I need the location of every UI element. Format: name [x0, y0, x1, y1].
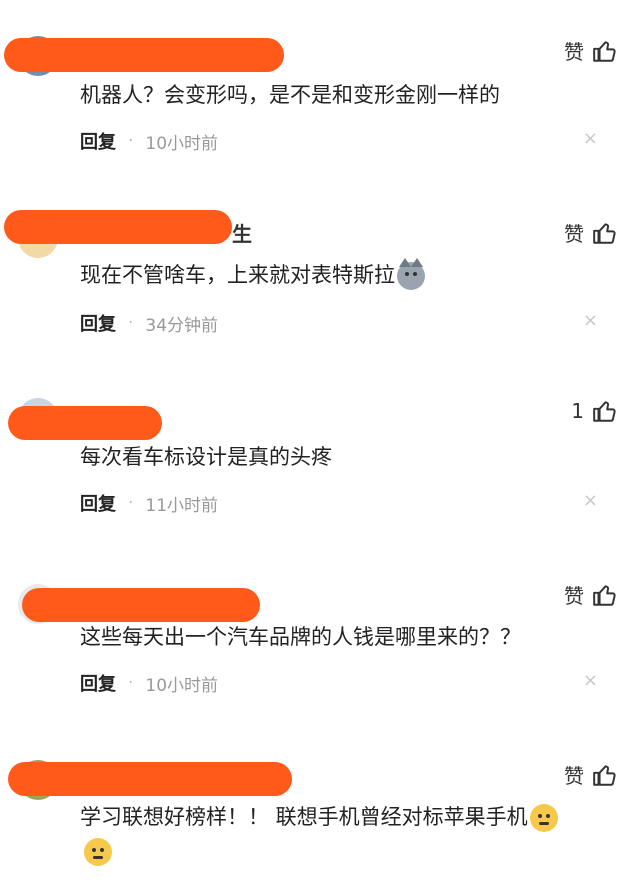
- close-icon[interactable]: ×: [583, 490, 598, 511]
- thumbs-up-icon: [593, 764, 616, 786]
- thumbs-up-icon: [593, 222, 616, 244]
- comment-text: 学习联想好榜样！！ 联想手机曾经对标苹果手机: [80, 800, 600, 834]
- comment-meta: 回复 · 34分钟前: [80, 310, 218, 336]
- close-icon[interactable]: ×: [583, 670, 598, 691]
- timestamp: 34分钟前: [145, 315, 219, 336]
- like-button[interactable]: 1: [571, 398, 618, 424]
- username[interactable]: 生: [232, 218, 252, 247]
- reply-button[interactable]: 回复: [80, 670, 116, 696]
- comment-text: 现在不管啥车，上来就对表特斯拉: [80, 258, 600, 292]
- cat-face-icon: [397, 258, 425, 290]
- thumbs-up-icon: [593, 40, 616, 62]
- comment-meta: 回复 · 11小时前: [80, 490, 218, 516]
- comment-text-body: 学习联想好榜样！！ 联想手机曾经对标苹果手机: [80, 805, 528, 829]
- like-count: 1: [571, 399, 584, 423]
- comment-meta: 回复 · 10小时前: [80, 670, 218, 696]
- redaction-bar: [4, 210, 232, 244]
- redaction-bar: [8, 406, 162, 440]
- like-button[interactable]: 赞: [564, 760, 618, 789]
- redaction-bar: [22, 588, 260, 622]
- like-button[interactable]: 赞: [564, 218, 618, 247]
- reply-button[interactable]: 回复: [80, 128, 116, 154]
- like-label: 赞: [564, 764, 584, 788]
- separator-dot: ·: [128, 131, 134, 151]
- timestamp: 11小时前: [145, 495, 219, 516]
- comment-text-body: 现在不管啥车，上来就对表特斯拉: [80, 263, 395, 287]
- close-icon[interactable]: ×: [583, 310, 598, 331]
- thinking-face-icon: [84, 838, 112, 866]
- timestamp: 10小时前: [145, 675, 219, 696]
- reply-button[interactable]: 回复: [80, 490, 116, 516]
- comment-text: 机器人？会变形吗，是不是和变形金刚一样的: [80, 83, 500, 107]
- close-icon[interactable]: ×: [583, 128, 598, 149]
- redaction-bar: [4, 38, 284, 72]
- thumbs-up-icon: [593, 401, 616, 422]
- like-label: 赞: [564, 40, 584, 64]
- comment-text: 这些每天出一个汽车品牌的人钱是哪里来的？？: [80, 625, 521, 649]
- comment-meta: 回复 · 10小时前: [80, 128, 218, 154]
- like-label: 赞: [564, 584, 584, 608]
- like-button[interactable]: 赞: [564, 36, 618, 65]
- separator-dot: ·: [128, 673, 134, 693]
- thumbs-up-icon: [593, 584, 616, 606]
- separator-dot: ·: [128, 313, 134, 333]
- reply-button[interactable]: 回复: [80, 310, 116, 336]
- comment-text: 每次看车标设计是真的头疼: [80, 445, 332, 469]
- thinking-face-icon: [529, 804, 558, 832]
- timestamp: 10小时前: [145, 133, 219, 154]
- redaction-bar: [8, 762, 292, 796]
- like-button[interactable]: 赞: [564, 580, 618, 609]
- like-label: 赞: [564, 222, 584, 246]
- separator-dot: ·: [128, 493, 134, 513]
